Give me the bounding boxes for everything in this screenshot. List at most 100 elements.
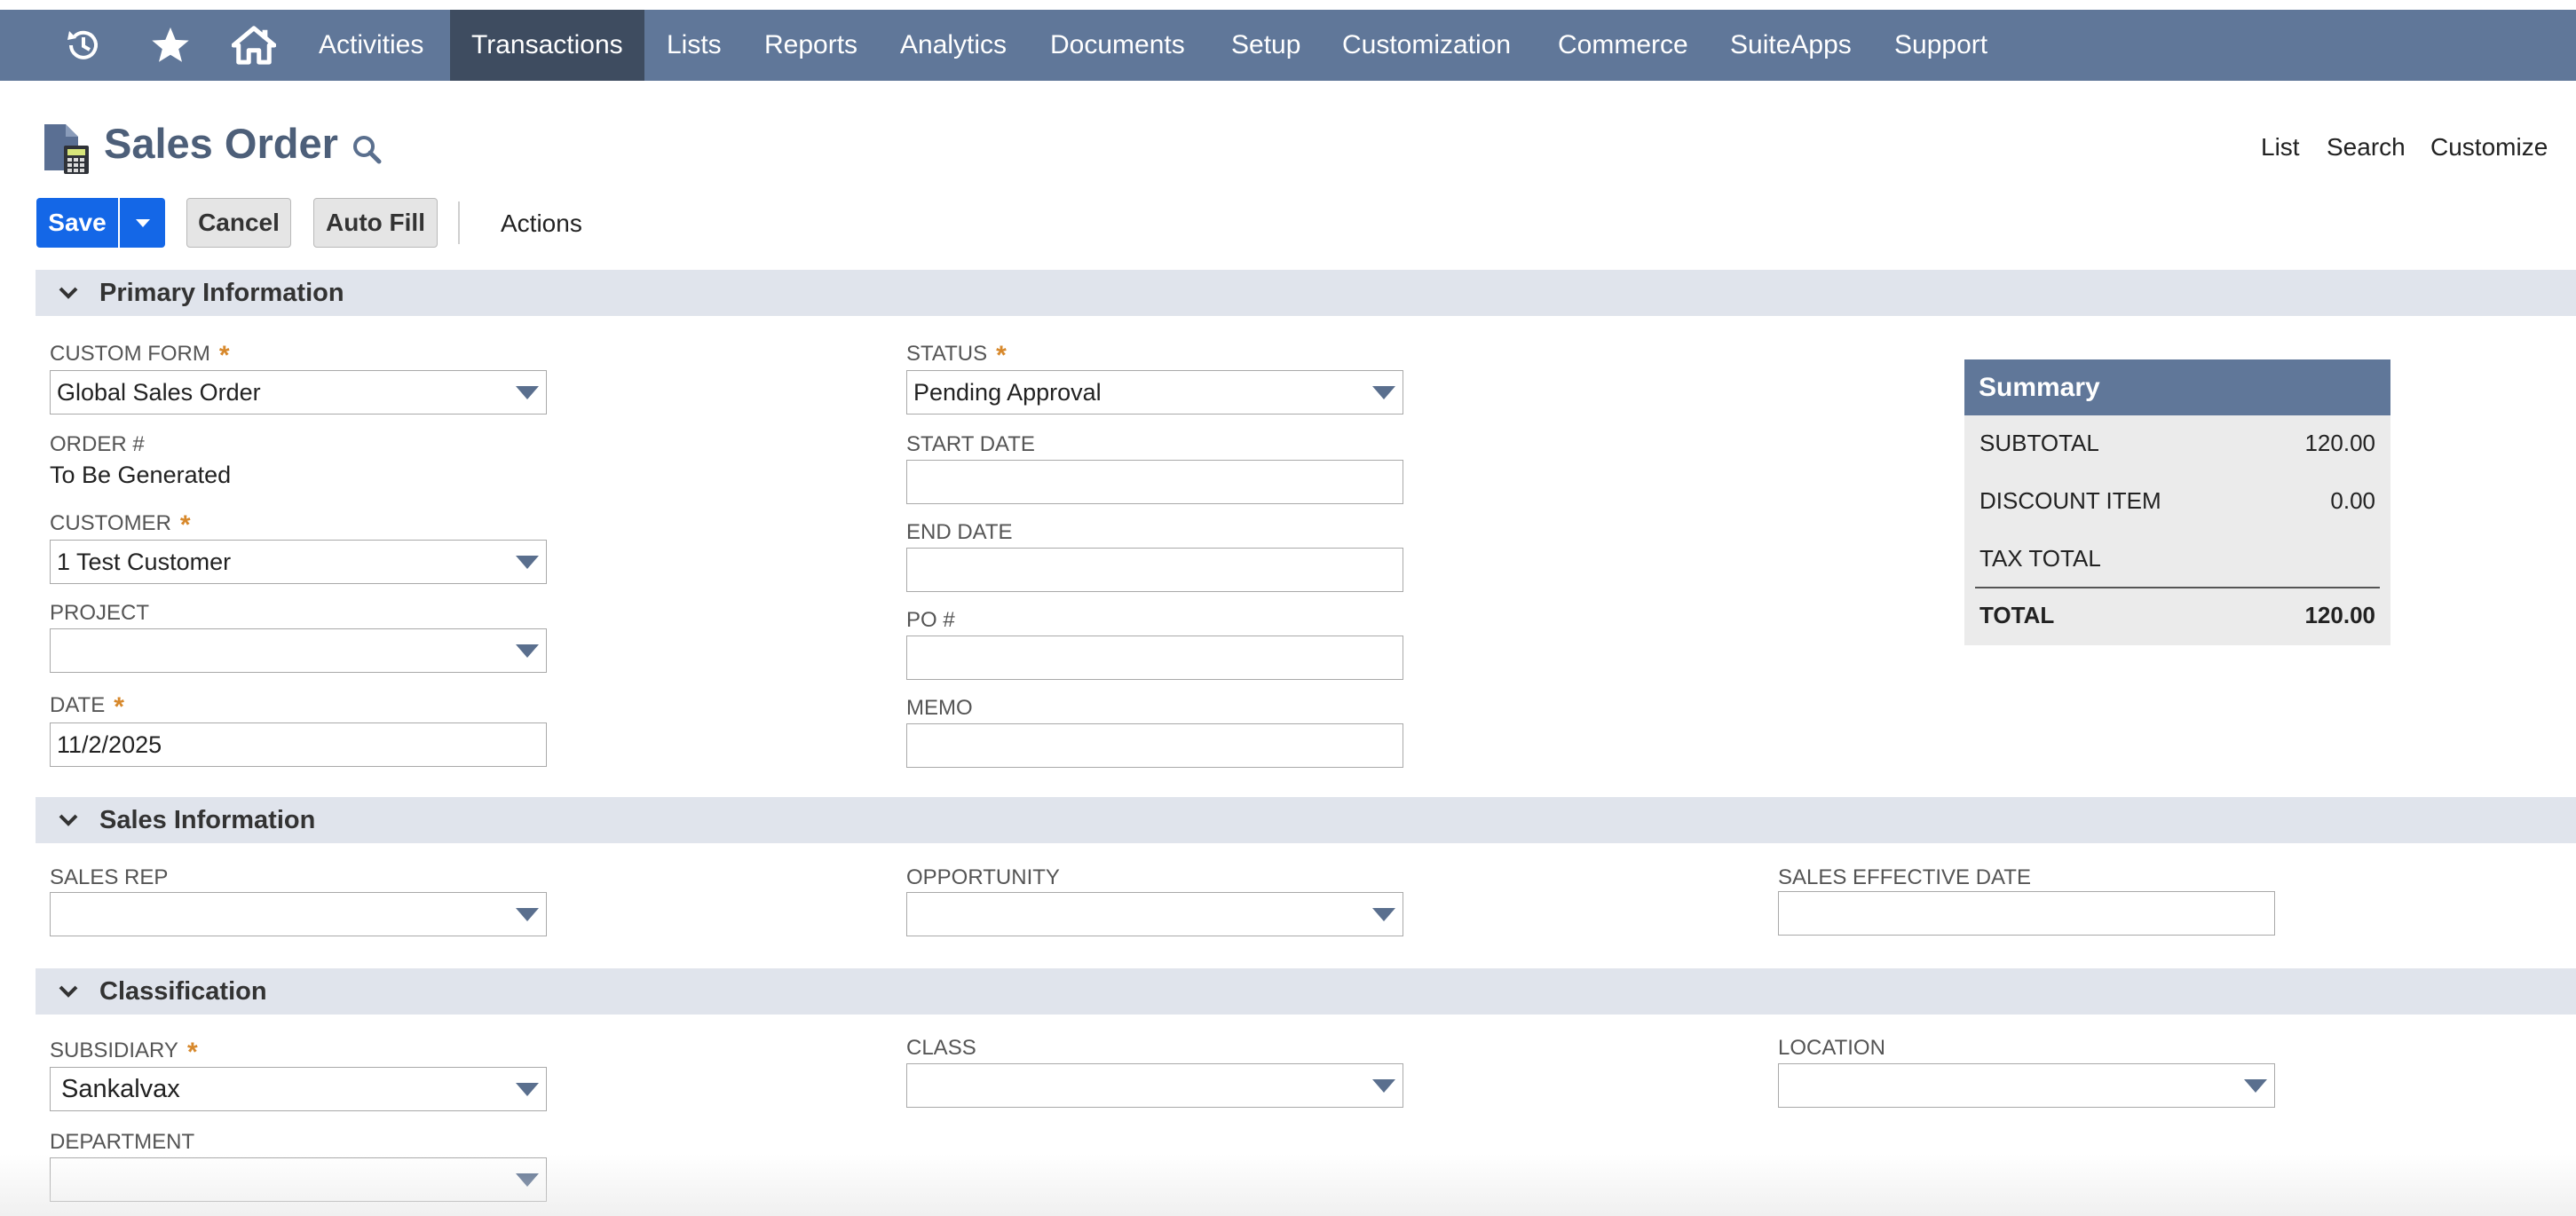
customer-value: 1 Test Customer xyxy=(57,548,232,575)
date-label: DATE * xyxy=(50,692,124,722)
custom-form-value: Global Sales Order xyxy=(57,378,261,406)
status-value: Pending Approval xyxy=(913,378,1102,406)
section-primary-information[interactable]: Primary Information xyxy=(36,270,2576,316)
chevron-down-icon xyxy=(59,985,78,998)
dropdown-arrow-icon xyxy=(516,908,539,921)
required-marker: * xyxy=(186,1038,198,1067)
caret-down-icon xyxy=(135,218,150,227)
nav-suiteapps[interactable]: SuiteApps xyxy=(1709,10,1873,81)
section-title: Sales Information xyxy=(99,805,316,834)
dropdown-arrow-icon xyxy=(516,386,539,399)
end-date-label: END DATE xyxy=(906,520,1013,544)
end-date-input[interactable] xyxy=(906,548,1403,592)
home-icon[interactable] xyxy=(225,10,282,81)
chevron-down-icon xyxy=(59,287,78,299)
star-icon[interactable] xyxy=(142,10,199,81)
save-button[interactable]: Save xyxy=(36,198,118,248)
location-select[interactable] xyxy=(1778,1063,2275,1108)
top-navigation-bar: Activities Transactions Lists Reports An… xyxy=(0,10,2576,81)
required-marker: * xyxy=(218,341,230,370)
po-number-input[interactable] xyxy=(906,636,1403,680)
po-number-label: PO # xyxy=(906,608,955,632)
project-select[interactable] xyxy=(50,628,547,673)
nav-commerce[interactable]: Commerce xyxy=(1537,10,1710,81)
section-title: Classification xyxy=(99,976,267,1006)
nav-reports[interactable]: Reports xyxy=(743,10,879,81)
summary-divider xyxy=(1975,587,2380,588)
required-marker: * xyxy=(996,341,1007,370)
sales-rep-select[interactable] xyxy=(50,892,547,936)
date-value: 11/2/2025 xyxy=(57,730,162,758)
summary-label: TAX TOTAL xyxy=(1979,545,2101,572)
section-classification[interactable]: Classification xyxy=(36,968,2576,1015)
chevron-down-icon xyxy=(59,814,78,826)
status-select[interactable]: Pending Approval xyxy=(906,370,1403,415)
order-number-value: To Be Generated xyxy=(50,462,232,488)
dropdown-arrow-icon xyxy=(1372,908,1395,921)
save-options-dropdown[interactable] xyxy=(120,198,165,248)
nav-activities[interactable]: Activities xyxy=(297,10,445,81)
auto-fill-button[interactable]: Auto Fill xyxy=(313,198,438,248)
customer-label: CUSTOMER * xyxy=(50,510,191,540)
summary-value: 120.00 xyxy=(2304,602,2375,628)
summary-label: SUBTOTAL xyxy=(1979,430,2099,456)
nav-transactions[interactable]: Transactions xyxy=(450,10,644,81)
project-label: PROJECT xyxy=(50,601,150,625)
department-label: DEPARTMENT xyxy=(50,1130,195,1154)
opportunity-label: OPPORTUNITY xyxy=(906,865,1060,889)
summary-row-subtotal: SUBTOTAL 120.00 xyxy=(1979,430,2375,457)
list-link[interactable]: List xyxy=(2261,133,2300,162)
date-input[interactable]: 11/2/2025 xyxy=(50,722,547,767)
nav-analytics[interactable]: Analytics xyxy=(879,10,1028,81)
start-date-input[interactable] xyxy=(906,460,1403,504)
start-date-label: START DATE xyxy=(906,432,1035,456)
dropdown-arrow-icon xyxy=(2244,1079,2267,1093)
summary-title: Summary xyxy=(1964,359,2390,415)
order-number-label: ORDER # xyxy=(50,432,145,456)
subsidiary-label: SUBSIDIARY * xyxy=(50,1038,198,1067)
class-label: CLASS xyxy=(906,1036,976,1060)
bottom-fade xyxy=(0,1154,2576,1216)
summary-panel: Summary SUBTOTAL 120.00 DISCOUNT ITEM 0.… xyxy=(1964,359,2390,645)
memo-input[interactable] xyxy=(906,723,1403,768)
search-icon[interactable] xyxy=(352,134,382,169)
sales-rep-label: SALES REP xyxy=(50,865,169,889)
recent-history-icon[interactable] xyxy=(55,10,112,81)
nav-support[interactable]: Support xyxy=(1873,10,2009,81)
summary-label: DISCOUNT ITEM xyxy=(1979,487,2161,514)
opportunity-select[interactable] xyxy=(906,892,1403,936)
dropdown-arrow-icon xyxy=(1372,1079,1395,1093)
search-link[interactable]: Search xyxy=(2327,133,2406,162)
nav-documents[interactable]: Documents xyxy=(1029,10,1206,81)
page-title: Sales Order xyxy=(104,120,338,167)
cancel-button[interactable]: Cancel xyxy=(186,198,291,248)
sales-effective-date-input[interactable] xyxy=(1778,891,2275,936)
sales-order-record-icon xyxy=(43,122,92,180)
customer-select[interactable]: 1 Test Customer xyxy=(50,540,547,584)
section-title: Primary Information xyxy=(99,278,344,307)
required-marker: * xyxy=(114,692,124,722)
dropdown-arrow-icon xyxy=(516,556,539,569)
summary-row-tax-total: TAX TOTAL xyxy=(1979,545,2375,572)
required-marker: * xyxy=(179,510,191,540)
summary-value: 0.00 xyxy=(2330,487,2375,514)
summary-value: 120.00 xyxy=(2304,430,2375,456)
subsidiary-select[interactable]: Sankalvax xyxy=(50,1067,547,1111)
summary-row-discount: DISCOUNT ITEM 0.00 xyxy=(1979,487,2375,515)
nav-lists[interactable]: Lists xyxy=(645,10,743,81)
dropdown-arrow-icon xyxy=(516,1083,539,1096)
toolbar-divider xyxy=(458,201,460,244)
custom-form-select[interactable]: Global Sales Order xyxy=(50,370,547,415)
summary-row-total: TOTAL 120.00 xyxy=(1979,602,2375,629)
section-sales-information[interactable]: Sales Information xyxy=(36,797,2576,843)
summary-label: TOTAL xyxy=(1979,602,2055,628)
custom-form-label: CUSTOM FORM * xyxy=(50,341,230,370)
location-label: LOCATION xyxy=(1778,1036,1885,1060)
actions-menu[interactable]: Actions xyxy=(501,209,582,238)
class-select[interactable] xyxy=(906,1063,1403,1108)
dropdown-arrow-icon xyxy=(1372,386,1395,399)
memo-label: MEMO xyxy=(906,696,973,720)
customize-link[interactable]: Customize xyxy=(2430,133,2548,162)
nav-customization[interactable]: Customization xyxy=(1321,10,1532,81)
nav-setup[interactable]: Setup xyxy=(1210,10,1322,81)
